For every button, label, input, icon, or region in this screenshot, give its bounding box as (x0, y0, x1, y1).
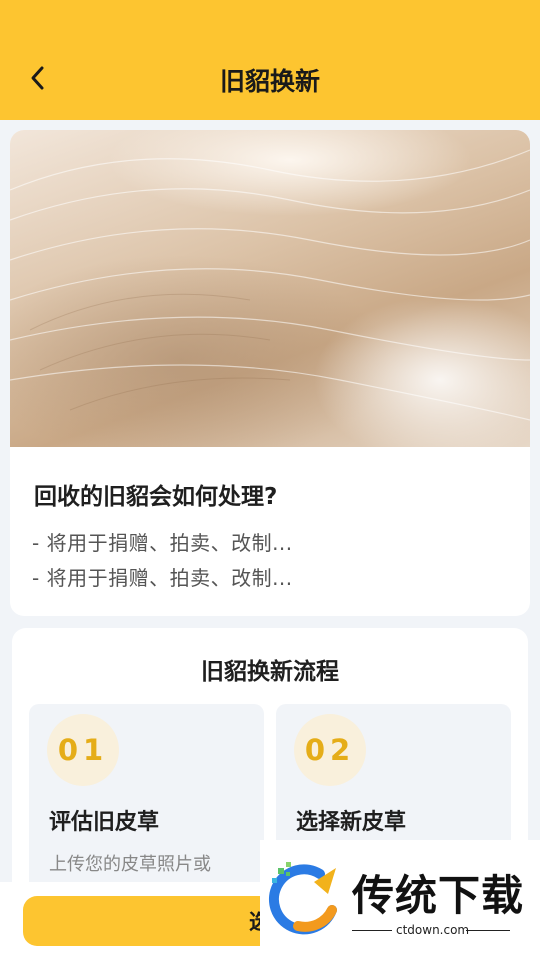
step-number-badge: 02 (294, 714, 366, 786)
top-header: 旧貂换新 (0, 0, 540, 120)
watermark: 传统下载 ctdown.com (260, 840, 540, 960)
watermark-brand: 传统下载 (352, 871, 525, 920)
watermark-logo (268, 862, 337, 935)
divider (466, 930, 510, 931)
process-title: 旧貂换新流程 (201, 659, 339, 685)
step-card-1[interactable]: 01 评估旧皮草 上传您的皮草照片或 (29, 704, 264, 904)
step-name: 评估旧皮草 (49, 810, 160, 835)
step-number-badge: 01 (47, 714, 119, 786)
answer-line: - 将用于捐赠、拍卖、改制... (32, 531, 293, 555)
fur-banner-image (10, 130, 530, 447)
step-name: 选择新皮草 (296, 810, 407, 835)
divider (352, 930, 392, 931)
watermark-url: ctdown.com (396, 923, 470, 937)
answer-line: - 将用于捐赠、拍卖、改制... (32, 566, 293, 590)
info-card[interactable]: 回收的旧貂会如何处理? - 将用于捐赠、拍卖、改制... - 将用于捐赠、拍卖、… (10, 130, 530, 616)
page-title: 旧貂换新 (219, 67, 320, 96)
question-title: 回收的旧貂会如何处理? (34, 484, 278, 510)
step-description: 上传您的皮草照片或 (49, 854, 211, 875)
